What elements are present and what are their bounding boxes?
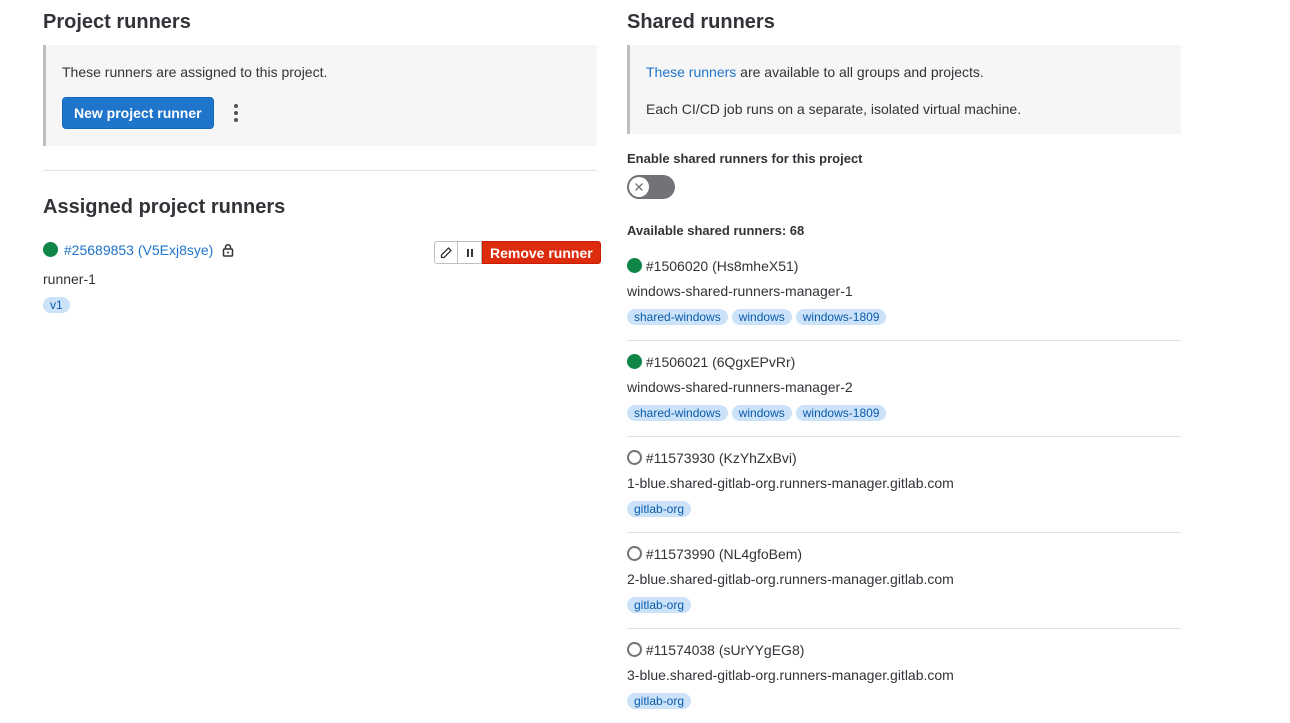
offline-status-icon [627, 546, 642, 561]
offline-status-icon [627, 450, 642, 465]
shared-runner-item: #11573930 (KzYhZxBvi) 1-blue.shared-gitl… [627, 437, 1181, 533]
enable-shared-runners-label: Enable shared runners for this project [627, 151, 863, 166]
runner-tag: windows-1809 [795, 405, 887, 421]
shared-runner-name: 3-blue.shared-gitlab-org.runners-manager… [627, 667, 954, 683]
shared-runner-id: #11574038 (sUrYYgEG8) [627, 642, 804, 658]
runner-tag: shared-windows [627, 309, 728, 325]
runner-tag: windows-1809 [795, 309, 887, 325]
shared-runner-id-text: #1506021 (6QgxEPvRr) [645, 354, 796, 370]
shared-runner-id-text: #11574038 (sUrYYgEG8) [645, 642, 805, 658]
assigned-runners-title: Assigned project runners [43, 196, 286, 218]
runner-tag: gitlab-org [627, 501, 692, 517]
shared-runners-title: Shared runners [627, 11, 775, 33]
shared-runners-info-box: These runners are available to all group… [627, 45, 1181, 134]
shared-runner-tags: gitlab-org [627, 597, 692, 613]
shared-runner-name: windows-shared-runners-manager-2 [627, 379, 853, 395]
offline-status-icon [627, 642, 642, 657]
project-runners-info-box: These runners are assigned to this proje… [43, 45, 597, 146]
shared-runner-id: #1506021 (6QgxEPvRr) [627, 354, 795, 370]
shared-runner-name: 2-blue.shared-gitlab-org.runners-manager… [627, 571, 954, 587]
runner-tag: shared-windows [627, 405, 728, 421]
remove-runner-button[interactable]: Remove runner [482, 241, 601, 264]
assigned-runner-link[interactable]: #25689853 (V5Exj8sye) [64, 242, 213, 258]
shared-runner-item: #1506020 (Hs8mheX51) windows-shared-runn… [627, 245, 1181, 341]
runner-tag: windows [731, 309, 792, 325]
runner-tag: v1 [43, 297, 70, 313]
more-actions-kebab-icon[interactable] [222, 97, 250, 129]
assigned-runner-id: #25689853 (V5Exj8sye) [43, 242, 235, 260]
shared-runners-vm-note: Each CI/CD job runs on a separate, isola… [646, 101, 1022, 117]
shared-runner-item: #11574038 (sUrYYgEG8) 3-blue.shared-gitl… [627, 629, 1181, 723]
assigned-runner-name: runner-1 [43, 271, 96, 287]
online-status-icon [627, 354, 642, 369]
shared-runner-id-text: #11573990 (NL4gfoBem) [645, 546, 803, 562]
shared-runner-name: windows-shared-runners-manager-1 [627, 283, 853, 299]
toggle-off-x-icon [629, 177, 649, 197]
runner-tag: windows [731, 405, 792, 421]
shared-runner-id-text: #11573930 (KzYhZxBvi) [645, 450, 797, 466]
section-divider [43, 170, 597, 171]
shared-runner-id: #11573990 (NL4gfoBem) [627, 546, 802, 562]
shared-runner-tags: shared-windows windows windows-1809 [627, 309, 887, 325]
shared-runner-item: #1506021 (6QgxEPvRr) windows-shared-runn… [627, 341, 1181, 437]
shared-runner-name: 1-blue.shared-gitlab-org.runners-manager… [627, 475, 954, 491]
shared-runner-id-text: #1506020 (Hs8mheX51) [645, 258, 799, 274]
pause-icon[interactable] [458, 241, 482, 264]
lock-icon [221, 243, 235, 260]
runner-actions-group: Remove runner [434, 241, 601, 264]
new-project-runner-button[interactable]: New project runner [62, 97, 214, 129]
runner-tag: gitlab-org [627, 597, 692, 613]
shared-runner-tags: gitlab-org [627, 501, 692, 517]
online-status-icon [627, 258, 642, 273]
shared-runner-id: #1506020 (Hs8mheX51) [627, 258, 798, 274]
enable-shared-runners-toggle[interactable] [627, 175, 675, 199]
shared-desc-text: are available to all groups and projects… [736, 64, 984, 80]
assigned-runner-tags: v1 [43, 297, 70, 313]
these-runners-link[interactable]: These runners [646, 64, 736, 80]
available-shared-runners-count: Available shared runners: 68 [627, 223, 805, 238]
edit-pencil-icon[interactable] [434, 241, 458, 264]
online-status-icon [43, 242, 58, 257]
shared-runner-tags: shared-windows windows windows-1809 [627, 405, 887, 421]
shared-runner-id: #11573930 (KzYhZxBvi) [627, 450, 797, 466]
shared-runners-description: These runners are available to all group… [646, 64, 984, 80]
runner-tag: gitlab-org [627, 693, 692, 709]
project-runners-description: These runners are assigned to this proje… [62, 64, 328, 80]
project-runners-title: Project runners [43, 11, 191, 33]
shared-runner-item: #11573990 (NL4gfoBem) 2-blue.shared-gitl… [627, 533, 1181, 629]
shared-runner-tags: gitlab-org [627, 693, 692, 709]
